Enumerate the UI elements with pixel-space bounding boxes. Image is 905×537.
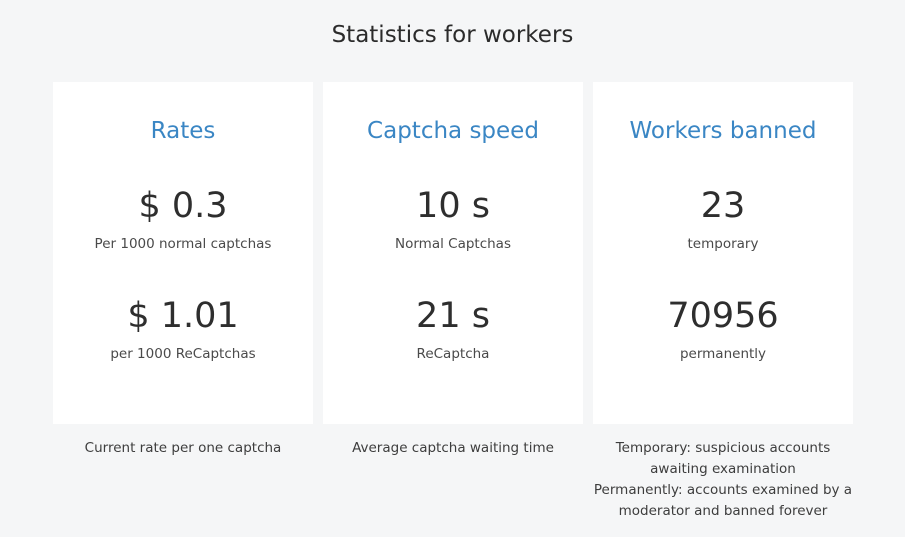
rates-footnote: Current rate per one captcha [53,438,313,459]
recaptcha-rate-caption: per 1000 ReCaptchas [110,346,256,362]
captcha-speed-card-title: Captcha speed [367,118,539,144]
captcha-speed-card: Captcha speed 10 s Normal Captchas 21 s … [323,82,583,424]
captcha-speed-footnote: Average captcha waiting time [323,438,583,459]
workers-banned-footnote: Temporary: suspicious accounts awaiting … [593,438,853,522]
permanent-banned-value: 70956 [667,296,779,336]
stats-cards: Rates $ 0.3 Per 1000 normal captchas $ 1… [53,82,853,424]
temporary-banned-caption: temporary [687,236,759,252]
page-title: Statistics for workers [331,22,574,48]
temporary-banned-value: 23 [700,186,746,226]
recaptcha-speed-caption: ReCaptcha [416,346,490,362]
permanent-banned-caption: permanently [679,346,767,362]
temporary-definition: Temporary: suspicious accounts awaiting … [615,440,831,477]
rates-footnote-text: Current rate per one captcha [84,440,282,456]
rates-card-title: Rates [150,118,216,144]
normal-rate-caption: Per 1000 normal captchas [94,236,272,252]
recaptcha-rate-value: $ 1.01 [127,296,239,336]
workers-banned-card-title: Workers banned [629,118,817,144]
captcha-speed-footnote-text: Average captcha waiting time [352,440,554,456]
recaptcha-speed-value: 21 s [416,296,490,336]
normal-speed-value: 10 s [416,186,490,226]
normal-rate-value: $ 0.3 [138,186,228,226]
permanent-definition: Permanently: accounts examined by a mode… [593,482,853,519]
workers-banned-card: Workers banned 23 temporary 70956 perman… [593,82,853,424]
rates-card: Rates $ 0.3 Per 1000 normal captchas $ 1… [53,82,313,424]
normal-speed-caption: Normal Captchas [395,236,511,252]
